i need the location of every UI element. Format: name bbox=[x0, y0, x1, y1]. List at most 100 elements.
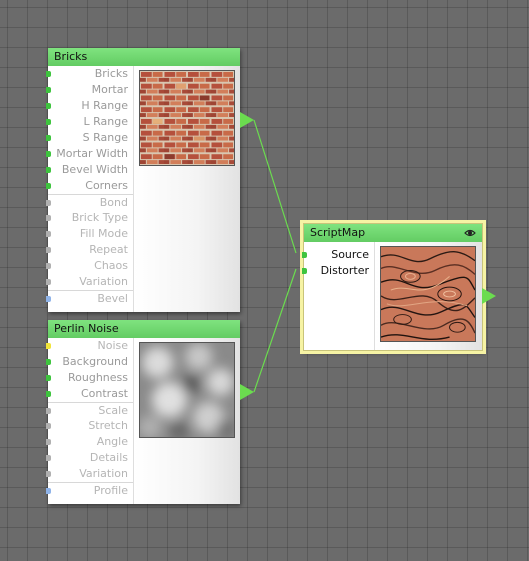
port-connector[interactable] bbox=[46, 71, 51, 77]
port-details[interactable]: Details bbox=[46, 450, 133, 466]
port-connector[interactable] bbox=[46, 488, 51, 494]
port-label: Variation bbox=[79, 275, 128, 288]
brick-texture-preview bbox=[139, 70, 235, 166]
bricks-port-list: Bricks Mortar H Range L Range S Range Mo… bbox=[46, 66, 134, 312]
port-connector[interactable] bbox=[46, 263, 51, 269]
port-label: Bond bbox=[99, 196, 128, 209]
perlin-noise-node-header[interactable]: Perlin Noise bbox=[48, 320, 240, 338]
port-label: Distorter bbox=[320, 264, 369, 277]
port-label: Variation bbox=[79, 467, 128, 480]
port-connector[interactable] bbox=[46, 151, 51, 157]
marble-distortion-preview bbox=[380, 246, 476, 342]
port-connector[interactable] bbox=[46, 455, 51, 461]
port-corners[interactable]: Corners bbox=[46, 178, 133, 194]
port-connector[interactable] bbox=[46, 200, 51, 206]
port-label: Bevel bbox=[97, 292, 128, 305]
port-label: S Range bbox=[82, 131, 128, 144]
port-connector[interactable] bbox=[46, 167, 51, 173]
scriptmap-node-header[interactable]: ScriptMap bbox=[304, 224, 482, 242]
port-label: Contrast bbox=[80, 387, 128, 400]
port-connector[interactable] bbox=[46, 343, 51, 349]
port-label: Angle bbox=[96, 435, 128, 448]
scriptmap-output-port[interactable] bbox=[482, 288, 496, 304]
port-label: Scale bbox=[98, 404, 128, 417]
port-bevel[interactable]: Bevel bbox=[46, 290, 133, 306]
eye-icon[interactable] bbox=[464, 227, 476, 239]
port-connector[interactable] bbox=[46, 408, 51, 414]
port-connector[interactable] bbox=[46, 103, 51, 109]
port-label: Details bbox=[89, 451, 128, 464]
port-distorter[interactable]: Distorter bbox=[302, 263, 374, 279]
port-profile[interactable]: Profile bbox=[46, 482, 133, 498]
port-variation[interactable]: Variation bbox=[46, 466, 133, 482]
port-label: L Range bbox=[83, 115, 129, 128]
port-angle[interactable]: Angle bbox=[46, 434, 133, 450]
perlin-noise-node[interactable]: Perlin Noise Noise Background Roughness … bbox=[46, 320, 254, 504]
perlin-output-port[interactable] bbox=[240, 384, 254, 400]
perlin-noise-node-title: Perlin Noise bbox=[54, 322, 119, 335]
port-label: Repeat bbox=[89, 243, 128, 256]
port-s-range[interactable]: S Range bbox=[46, 130, 133, 146]
wire-bricks-to-source[interactable] bbox=[253, 119, 297, 254]
port-bevel-width[interactable]: Bevel Width bbox=[46, 162, 133, 178]
port-bricks[interactable]: Bricks bbox=[46, 66, 133, 82]
perlin-port-list: Noise Background Roughness Contrast Scal… bbox=[46, 338, 134, 504]
port-label: Fill Mode bbox=[79, 227, 128, 240]
port-h-range[interactable]: H Range bbox=[46, 98, 133, 114]
port-label: Chaos bbox=[94, 259, 128, 272]
port-label: Mortar Width bbox=[56, 147, 128, 160]
port-connector[interactable] bbox=[46, 439, 51, 445]
port-label: Bevel Width bbox=[61, 163, 128, 176]
port-connector[interactable] bbox=[46, 359, 51, 365]
port-roughness[interactable]: Roughness bbox=[46, 370, 133, 386]
port-mortar-width[interactable]: Mortar Width bbox=[46, 146, 133, 162]
bricks-node-header[interactable]: Bricks bbox=[48, 48, 240, 66]
port-chaos[interactable]: Chaos bbox=[46, 258, 133, 274]
port-label: Roughness bbox=[67, 371, 128, 384]
port-connector[interactable] bbox=[46, 247, 51, 253]
port-l-range[interactable]: L Range bbox=[46, 114, 133, 130]
port-label: Stretch bbox=[88, 419, 128, 432]
port-label: Brick Type bbox=[71, 211, 128, 224]
port-label: Mortar bbox=[91, 83, 128, 96]
perlin-preview-area bbox=[134, 338, 240, 504]
bricks-node[interactable]: Bricks Bricks Mortar H Range L Range S R… bbox=[46, 48, 254, 312]
port-connector[interactable] bbox=[46, 279, 51, 285]
port-label: Bricks bbox=[94, 67, 128, 80]
port-connector[interactable] bbox=[46, 296, 51, 302]
port-background[interactable]: Background bbox=[46, 354, 133, 370]
scriptmap-node[interactable]: ScriptMap Source Distorter bbox=[300, 220, 496, 354]
port-noise[interactable]: Noise bbox=[46, 338, 133, 354]
port-stretch[interactable]: Stretch bbox=[46, 418, 133, 434]
port-connector[interactable] bbox=[46, 423, 51, 429]
bricks-output-port[interactable] bbox=[240, 112, 254, 128]
bricks-preview-area bbox=[134, 66, 240, 312]
port-connector[interactable] bbox=[46, 215, 51, 221]
port-bond[interactable]: Bond bbox=[46, 194, 133, 210]
port-connector[interactable] bbox=[46, 375, 51, 381]
port-variation[interactable]: Variation bbox=[46, 274, 133, 290]
port-label: Source bbox=[331, 248, 369, 261]
port-repeat[interactable]: Repeat bbox=[46, 242, 133, 258]
port-connector[interactable] bbox=[302, 252, 307, 258]
port-brick-type[interactable]: Brick Type bbox=[46, 210, 133, 226]
port-connector[interactable] bbox=[46, 119, 51, 125]
port-connector[interactable] bbox=[46, 135, 51, 141]
port-contrast[interactable]: Contrast bbox=[46, 386, 133, 402]
port-connector[interactable] bbox=[46, 231, 51, 237]
port-connector[interactable] bbox=[46, 87, 51, 93]
wire-perlin-to-distorter[interactable] bbox=[253, 268, 297, 393]
scriptmap-node-title: ScriptMap bbox=[310, 226, 366, 239]
port-label: Background bbox=[62, 355, 128, 368]
port-connector[interactable] bbox=[302, 268, 307, 274]
bricks-node-title: Bricks bbox=[54, 50, 88, 63]
port-fill-mode[interactable]: Fill Mode bbox=[46, 226, 133, 242]
port-mortar[interactable]: Mortar bbox=[46, 82, 133, 98]
port-connector[interactable] bbox=[46, 471, 51, 477]
port-connector[interactable] bbox=[46, 391, 51, 397]
port-source[interactable]: Source bbox=[302, 247, 374, 263]
port-connector[interactable] bbox=[46, 183, 51, 189]
cloud-noise-preview bbox=[139, 342, 235, 438]
port-label: H Range bbox=[81, 99, 128, 112]
port-scale[interactable]: Scale bbox=[46, 402, 133, 418]
